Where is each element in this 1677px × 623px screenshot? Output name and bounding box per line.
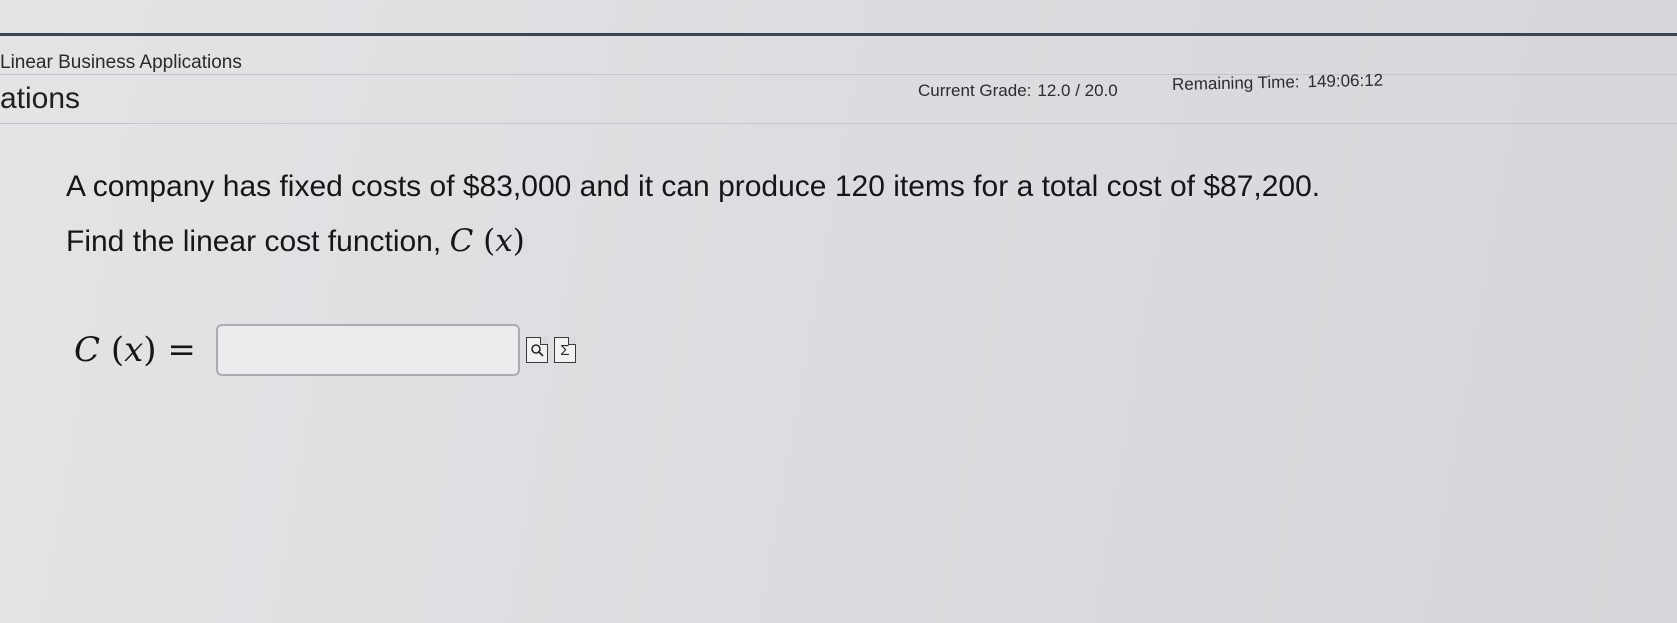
function-variable: x xyxy=(495,223,513,259)
answer-function-variable: x xyxy=(124,330,144,370)
question-line-2-text: Find the linear cost function, xyxy=(66,225,442,258)
question-line-2: Find the linear cost function, C (x) xyxy=(66,214,1320,269)
question-text: A company has fixed costs of $83,000 and… xyxy=(66,160,1320,269)
preview-icon[interactable] xyxy=(525,336,549,363)
answer-function-name: C xyxy=(74,330,101,370)
answer-label: C (x) = xyxy=(74,330,196,370)
magnifier-glyph xyxy=(531,344,544,357)
preview-icon-corner xyxy=(540,336,549,345)
function-name: C xyxy=(449,223,474,259)
sigma-icon[interactable]: Σ xyxy=(553,336,577,363)
time-value: 149:06:12 xyxy=(1307,70,1384,92)
answer-row: C (x) = Σ xyxy=(74,322,577,378)
question-line-1: A company has fixed costs of $83,000 and… xyxy=(66,170,1321,203)
breadcrumb: Linear Business Applications xyxy=(0,52,242,73)
current-grade: Current Grade: 12.0 / 20.0 xyxy=(918,81,1118,101)
sigma-icon-corner xyxy=(568,336,577,345)
header-bar xyxy=(0,74,1677,124)
time-label: Remaining Time: xyxy=(1171,72,1300,94)
grade-value: 12.0 / 20.0 xyxy=(1037,81,1118,100)
grade-label: Current Grade: xyxy=(918,81,1032,100)
top-rule xyxy=(0,33,1677,36)
answer-input[interactable] xyxy=(215,324,520,376)
section-title: ations xyxy=(0,82,81,115)
question-function-notation: C (x) xyxy=(449,223,525,259)
